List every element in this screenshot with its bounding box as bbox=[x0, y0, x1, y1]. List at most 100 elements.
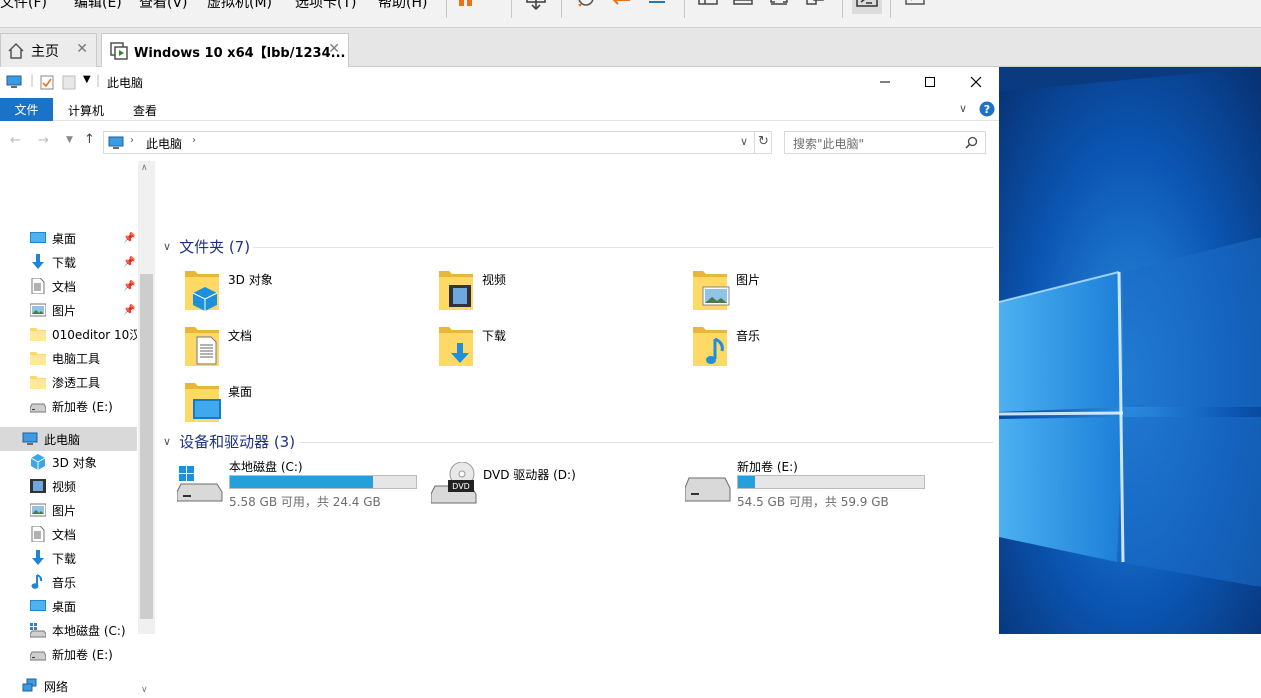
guest-screen[interactable]: | ▼ | 此电脑 文件 计算机 查看 ∨ ? ← → ▼ ↑ › 此电脑 › … bbox=[0, 67, 1261, 695]
send-ctrl-alt-del-icon[interactable] bbox=[524, 0, 550, 14]
address-bar[interactable]: › 此电脑 › ∨ ↻ bbox=[103, 131, 772, 154]
console-view-icon[interactable] bbox=[852, 0, 882, 14]
document-folder-icon bbox=[185, 327, 219, 366]
nav-item-pc-tools[interactable]: 电脑工具 bbox=[0, 346, 137, 370]
drive-e[interactable]: 新加卷 (E:) 54.5 GB 可用，共 59.9 GB bbox=[685, 458, 945, 510]
nav-item-music[interactable]: 音乐 bbox=[0, 570, 137, 594]
maximize-button[interactable] bbox=[907, 67, 953, 97]
nav-item-this-pc[interactable]: 此电脑 bbox=[0, 427, 137, 451]
tab-vm[interactable]: Windows 10 x64【lbb/1234... ✕ bbox=[101, 33, 349, 68]
nav-item-desktop-2[interactable]: 桌面 bbox=[0, 594, 137, 618]
drive-c[interactable]: 本地磁盘 (C:) 5.58 GB 可用，共 24.4 GB bbox=[177, 458, 437, 510]
nav-item-pentest-tools[interactable]: 渗透工具 bbox=[0, 370, 137, 394]
menu-vm[interactable]: 虚拟机(M) bbox=[207, 0, 272, 12]
folder-videos[interactable]: 视频 bbox=[437, 269, 677, 317]
nav-item-volume-e[interactable]: 新加卷 (E:) bbox=[0, 394, 137, 418]
drive-label: 新加卷 (E:) bbox=[737, 460, 798, 474]
pin-icon[interactable]: 📌 bbox=[123, 233, 135, 244]
snapshot-manager-icon[interactable] bbox=[645, 0, 671, 14]
folder-label: 3D 对象 bbox=[228, 273, 273, 287]
ribbon-tab-view[interactable]: 查看 bbox=[121, 99, 169, 121]
new-folder-icon[interactable] bbox=[62, 74, 76, 90]
drive-d[interactable]: DVD DVD 驱动器 (D:) bbox=[431, 462, 691, 518]
help-icon[interactable]: ? bbox=[979, 101, 995, 117]
unity-icon[interactable] bbox=[803, 0, 829, 14]
collapse-chevron-icon[interactable]: ∨ bbox=[163, 240, 171, 253]
minimize-button[interactable] bbox=[862, 67, 908, 97]
pin-icon[interactable]: 📌 bbox=[123, 281, 135, 292]
properties-icon[interactable] bbox=[40, 74, 54, 90]
quick-access-dropdown-icon[interactable]: ▼ bbox=[83, 74, 91, 85]
close-icon[interactable]: ✕ bbox=[76, 41, 88, 57]
breadcrumb-chevron-icon[interactable]: › bbox=[192, 135, 196, 146]
stretch-guest-icon[interactable] bbox=[903, 0, 949, 14]
nav-item-documents-2[interactable]: 文档 bbox=[0, 522, 137, 546]
recent-locations-icon[interactable]: ▼ bbox=[66, 135, 73, 145]
folder-downloads[interactable]: 下载 bbox=[437, 325, 677, 373]
nav-item-label: 本地磁盘 (C:) bbox=[52, 623, 126, 638]
folder-label: 桌面 bbox=[228, 385, 253, 399]
pause-icon[interactable] bbox=[455, 0, 503, 14]
nav-item-desktop[interactable]: 桌面 📌 bbox=[0, 226, 137, 250]
drives-group-header[interactable]: ∨ 设备和驱动器 (3) bbox=[163, 430, 295, 452]
nav-item-local-disk-c[interactable]: 本地磁盘 (C:) bbox=[0, 618, 137, 642]
drive-usage-fill bbox=[230, 476, 374, 488]
menu-edit[interactable]: 编辑(E) bbox=[74, 0, 122, 12]
menu-view[interactable]: 查看(V) bbox=[139, 0, 188, 12]
snapshot-icon[interactable] bbox=[574, 0, 600, 14]
desktop-wallpaper[interactable] bbox=[999, 67, 1261, 634]
nav-item-network[interactable]: 网络 bbox=[0, 674, 137, 698]
breadcrumb-chevron-icon[interactable]: › bbox=[130, 135, 134, 146]
nav-item-videos[interactable]: 视频 bbox=[0, 474, 137, 498]
tab-home[interactable]: 主页 ✕ bbox=[0, 33, 97, 67]
pin-icon[interactable]: 📌 bbox=[123, 257, 135, 268]
expand-ribbon-icon[interactable]: ∨ bbox=[959, 102, 967, 115]
nav-item-downloads[interactable]: 下载 📌 bbox=[0, 250, 137, 274]
breadcrumb-this-pc[interactable]: 此电脑 bbox=[146, 135, 182, 152]
computer-icon bbox=[22, 431, 38, 447]
folder-documents[interactable]: 文档 bbox=[183, 325, 423, 373]
nav-item-downloads-2[interactable]: 下载 bbox=[0, 546, 137, 570]
nav-item-volume-e-2[interactable]: 新加卷 (E:) bbox=[0, 642, 137, 666]
refresh-icon[interactable]: ↻ bbox=[758, 134, 769, 149]
search-placeholder: 搜索"此电脑" bbox=[793, 137, 865, 151]
up-arrow-icon[interactable]: ↑ bbox=[84, 132, 95, 147]
menu-tabs[interactable]: 选项卡(T) bbox=[295, 0, 356, 12]
network-icon bbox=[22, 678, 38, 694]
nav-item-label: 桌面 bbox=[52, 231, 77, 246]
search-icon[interactable] bbox=[965, 136, 978, 149]
full-screen-icon[interactable] bbox=[767, 0, 793, 14]
drive-usage-bar bbox=[229, 475, 417, 489]
close-icon[interactable]: ✕ bbox=[328, 41, 340, 57]
back-arrow-icon[interactable]: ← bbox=[10, 133, 21, 148]
nav-item-3d-objects[interactable]: 3D 对象 bbox=[0, 450, 137, 474]
ribbon-tab-file[interactable]: 文件 bbox=[0, 98, 53, 121]
pin-icon[interactable]: 📌 bbox=[123, 305, 135, 316]
folder-desktop[interactable]: 桌面 bbox=[183, 381, 423, 429]
ribbon-tab-computer[interactable]: 计算机 bbox=[60, 99, 112, 121]
search-input[interactable]: 搜索"此电脑" bbox=[784, 131, 986, 154]
folder-pictures[interactable]: 图片 bbox=[691, 269, 931, 317]
folder-icon bbox=[30, 350, 46, 366]
close-button[interactable] bbox=[953, 67, 999, 97]
revert-snapshot-icon[interactable] bbox=[610, 0, 636, 14]
folder-music[interactable]: 音乐 bbox=[691, 325, 931, 373]
folder-3d-objects[interactable]: 3D 对象 bbox=[183, 269, 423, 317]
nav-scrollbar-thumb[interactable] bbox=[140, 274, 153, 619]
collapse-chevron-icon[interactable]: ∨ bbox=[163, 435, 171, 448]
explorer-titlebar[interactable]: | ▼ | 此电脑 bbox=[0, 67, 999, 97]
menu-help[interactable]: 帮助(H) bbox=[378, 0, 427, 12]
scroll-down-icon[interactable]: ∨ bbox=[141, 685, 148, 695]
address-dropdown-icon[interactable]: ∨ bbox=[740, 135, 748, 148]
nav-item-documents[interactable]: 文档 📌 bbox=[0, 274, 137, 298]
scroll-up-icon[interactable]: ∧ bbox=[141, 163, 148, 173]
thumbnail-bar-icon[interactable] bbox=[731, 0, 757, 14]
nav-item-pictures[interactable]: 图片 📌 bbox=[0, 298, 137, 322]
nav-item-pictures-2[interactable]: 图片 bbox=[0, 498, 137, 522]
show-sidebar-icon[interactable] bbox=[696, 0, 722, 14]
folders-group-header[interactable]: ∨ 文件夹 (7) bbox=[163, 235, 250, 257]
forward-arrow-icon[interactable]: → bbox=[38, 133, 49, 148]
nav-item-010editor[interactable]: 010editor 10汉 bbox=[0, 322, 137, 346]
menu-file[interactable]: 文件(F) bbox=[0, 0, 47, 12]
nav-item-label: 图片 bbox=[52, 303, 77, 318]
